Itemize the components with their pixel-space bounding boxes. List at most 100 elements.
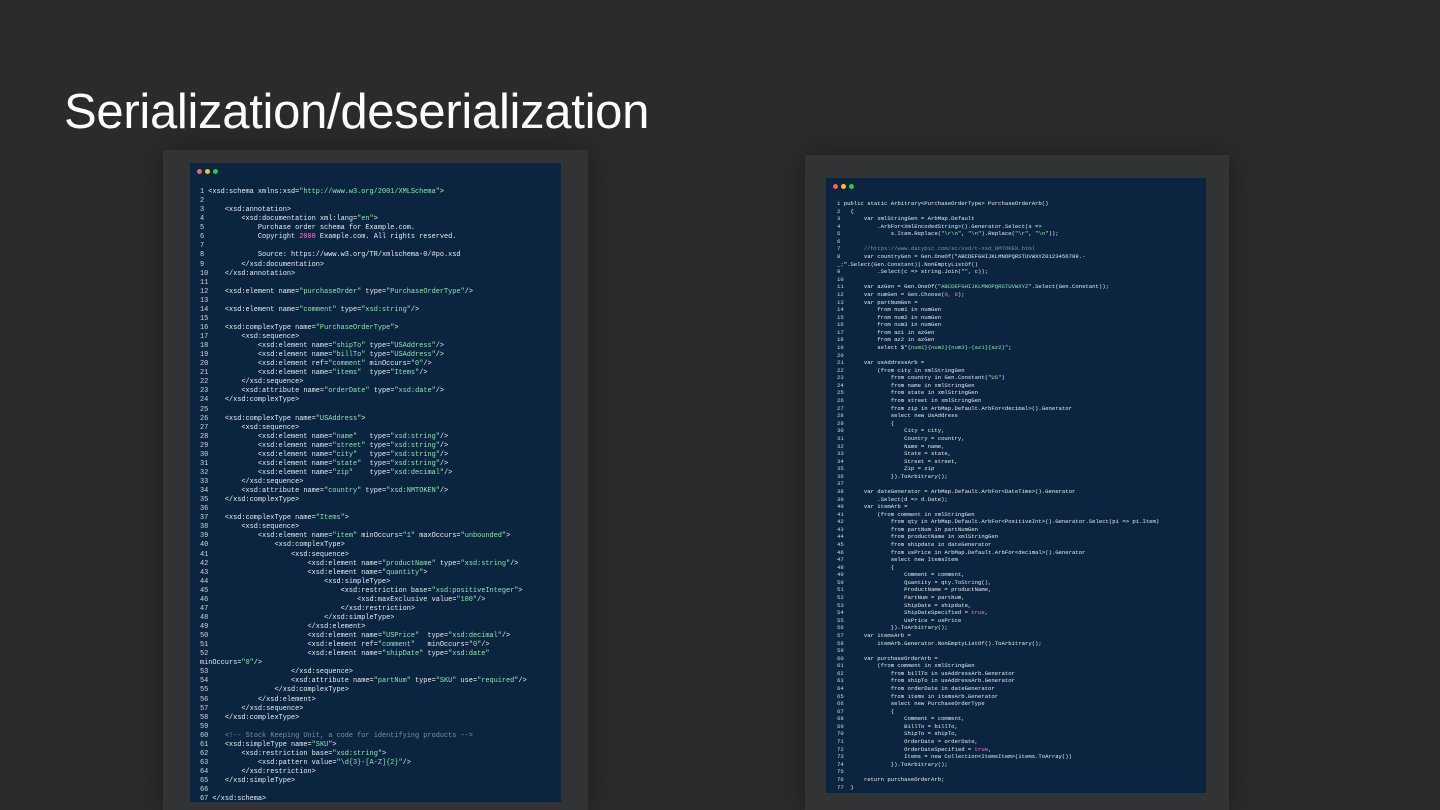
- code-line: 21 var usAddressArb =: [837, 359, 925, 367]
- code-line: 70 ShipTo = shipTo,: [837, 730, 958, 738]
- code-line: 32 <xsd:element name="zip" type="xsd:dec…: [200, 468, 453, 477]
- code-line: 33 </xsd:sequence>: [200, 478, 304, 486]
- code-line: 48 </xsd:simpleType>: [200, 613, 395, 622]
- code-line: 35 </xsd:complexType>: [200, 496, 300, 505]
- code-line: 29 {: [837, 419, 895, 427]
- code-line: 59: [200, 722, 209, 731]
- code-line: 20 <xsd:element ref="comment" minOccurs=…: [200, 360, 432, 369]
- code-line: 2: [200, 197, 205, 206]
- code-line: 14 <xsd:element name="comment" type="xsd…: [200, 305, 420, 314]
- code-line: 46 <xsd:maxExclusive value="100"/>: [200, 595, 486, 604]
- code-line: 11: [200, 278, 209, 287]
- code-line: 63 from shipTo in usAddressArb.Generator: [837, 677, 1015, 685]
- code-line: 8 var countryGen = Gen.OneOf("ABCDEFGHIJ…: [837, 253, 1086, 261]
- code-line: 1 public static Arbitrary<PurchaseOrderT…: [837, 200, 1049, 207]
- code-line: 68 Comment = comment,: [837, 715, 965, 723]
- code-line: 56 </xsd:element>: [200, 695, 316, 704]
- code-line: 13 var partNumGen =: [837, 298, 918, 306]
- code-line: 49 Comment = comment,: [837, 571, 965, 579]
- code-line: 8 Source: https://www.w3.org/TR/xmlschem…: [200, 251, 461, 260]
- code-line: 64 from orderDate in dateGenerator: [837, 685, 995, 692]
- code-line: 23 <xsd:attribute name="orderDate" type=…: [200, 387, 445, 396]
- code-line: 37 <xsd:complexType name="Items">: [200, 514, 349, 523]
- code-line: 52 PartNum = partNum,: [837, 594, 965, 602]
- code-line: 10: [837, 275, 844, 283]
- code-line: 65 </xsd:simpleType>: [200, 777, 296, 786]
- code-line: 4 .ArbFor<XmlEncodedString>().Generator.…: [837, 222, 1042, 230]
- code-line: 77 }: [837, 783, 854, 791]
- code-line: 6: [837, 237, 841, 245]
- code-line: 31 <xsd:element name="state" type="xsd:s…: [200, 459, 449, 468]
- code-line: 43 from partNum in partNumGen: [837, 525, 978, 533]
- code-line: 12 var numGen = Gen.Choose(0, 9);: [837, 290, 965, 298]
- code-line: 44 <xsd:simpleType>: [200, 577, 391, 586]
- maximize-dot-icon: [213, 169, 218, 174]
- close-dot-icon: [833, 184, 838, 189]
- code-line: 22 (from city in xmlStringGen: [837, 366, 965, 374]
- code-line: 42 <xsd:element name="productName" type=…: [200, 559, 519, 568]
- code-line: 35 Zip = zip: [837, 465, 935, 473]
- code-line: 43 <xsd:element name="quantity">: [200, 568, 428, 577]
- code-line: 42 from qty in ArbMap.Default.ArbFor<Pos…: [837, 518, 1160, 526]
- code-line: 38 var dateGenerator = ArbMap.Default.Ar…: [837, 487, 1076, 495]
- code-line: 57 </xsd:sequence>: [200, 704, 304, 713]
- code-line: 38 <xsd:sequence>: [200, 523, 300, 532]
- code-line: 66: [200, 786, 209, 795]
- code-line: 33 State = state,: [837, 450, 952, 458]
- code-line: 16 from num3 in numGen: [837, 321, 942, 329]
- code-line: 50 <xsd:element name="USPrice" type="xsd…: [200, 632, 511, 641]
- code-line: _:".Select(Gen.Constant)).NonEmptyListOf…: [837, 260, 978, 268]
- code-line: 53 </xsd:sequence>: [200, 668, 354, 677]
- code-line: 28 select new UsAddress: [837, 412, 958, 420]
- code-line: 71 OrderDate = orderDate,: [837, 738, 978, 746]
- code-line: 2 {: [837, 207, 854, 215]
- code-line: 56 }).ToArbitrary();: [837, 624, 948, 632]
- code-line: 76 return purchaseOrderArb;: [837, 775, 945, 783]
- code-line: 75: [837, 768, 844, 776]
- code-line: 74 }).ToArbitrary();: [837, 760, 948, 768]
- code-line: 34 Street = street,: [837, 457, 958, 465]
- code-line: 69 BillTo = billTo,: [837, 722, 958, 730]
- minimize-dot-icon: [841, 184, 846, 189]
- code-line: 14 from num1 in numGen: [837, 306, 942, 314]
- code-line: 18 <xsd:element name="shipTo" type="USAd…: [200, 342, 445, 351]
- close-dot-icon: [197, 169, 202, 174]
- code-line: 21 <xsd:element name="items" type="Items…: [200, 369, 428, 378]
- code-line: 13: [200, 296, 209, 305]
- code-line: 39 <xsd:element name="item" minOccurs="1…: [200, 532, 511, 541]
- code-line: 47 </xsd:restriction>: [200, 604, 416, 613]
- code-line: 25 from state in xmlStringGen: [837, 389, 978, 397]
- window-controls: [197, 169, 221, 187]
- code-line: 10 </xsd:annotation>: [200, 269, 296, 278]
- code-line: 1 <xsd:schema xmlns:xsd="http://www.w3.o…: [200, 188, 444, 196]
- code-line: 48 {: [837, 563, 895, 571]
- code-line: 55 </xsd:complexType>: [200, 686, 349, 695]
- code-line: 51 <xsd:element ref="comment" minOccurs=…: [200, 641, 490, 650]
- code-line: 19 <xsd:element name="billTo" type="USAd…: [200, 351, 445, 360]
- code-line: 61 <xsd:simpleType name="SKU">: [200, 740, 337, 749]
- csharp-code: 1 public static Arbitrary<PurchaseOrderT…: [837, 200, 1159, 791]
- code-line: 36 }).ToArbitrary();: [837, 472, 948, 480]
- code-line: 31 Country = country,: [837, 434, 965, 442]
- code-line: 72 OrderDateSpecified = true,: [837, 745, 992, 753]
- code-line: 54 <xsd:attribute name="partNum" type="S…: [200, 677, 527, 686]
- code-line: 60 <!-- Stock Keeping Unit, a code for i…: [200, 731, 473, 740]
- slide-title: Serialization/deserialization: [64, 85, 650, 139]
- code-line: 65 from items in itemsArb.Generator: [837, 692, 999, 700]
- code-line: 4 <xsd:documentation xml:lang="en">: [200, 215, 378, 224]
- code-line: 27 from zip in ArbMap.Default.ArbFor<dec…: [837, 404, 1072, 412]
- code-line: 47 select new ItemsItem: [837, 556, 958, 564]
- code-line: 3 var xmlStringGen = ArbMap.Default: [837, 215, 975, 223]
- code-line: 30 <xsd:element name="city" type="xsd:st…: [200, 450, 449, 459]
- code-line: 5 s.Item.Replace("\r\n", "\n").Replace("…: [837, 230, 1059, 238]
- code-line: 63 <xsd:pattern value="\d{3}-[A-Z]{2}"/>: [200, 758, 411, 767]
- code-line: 27 <xsd:sequence>: [200, 423, 300, 432]
- code-line: 28 <xsd:element name="name" type="xsd:st…: [200, 432, 449, 441]
- code-line: 40 <xsd:complexType>: [200, 541, 345, 550]
- csharp-code-window: 1 public static Arbitrary<PurchaseOrderT…: [826, 178, 1206, 793]
- code-line: 41 <xsd:sequence>: [200, 550, 349, 559]
- code-line: 44 from productName in xmlStringGen: [837, 533, 999, 541]
- code-line: 45 <xsd:restriction base="xsd:positiveIn…: [200, 586, 523, 595]
- code-line: 57 var itemsArb =: [837, 631, 911, 639]
- xml-schema-code: 1 <xsd:schema xmlns:xsd="http://www.w3.o…: [200, 188, 527, 802]
